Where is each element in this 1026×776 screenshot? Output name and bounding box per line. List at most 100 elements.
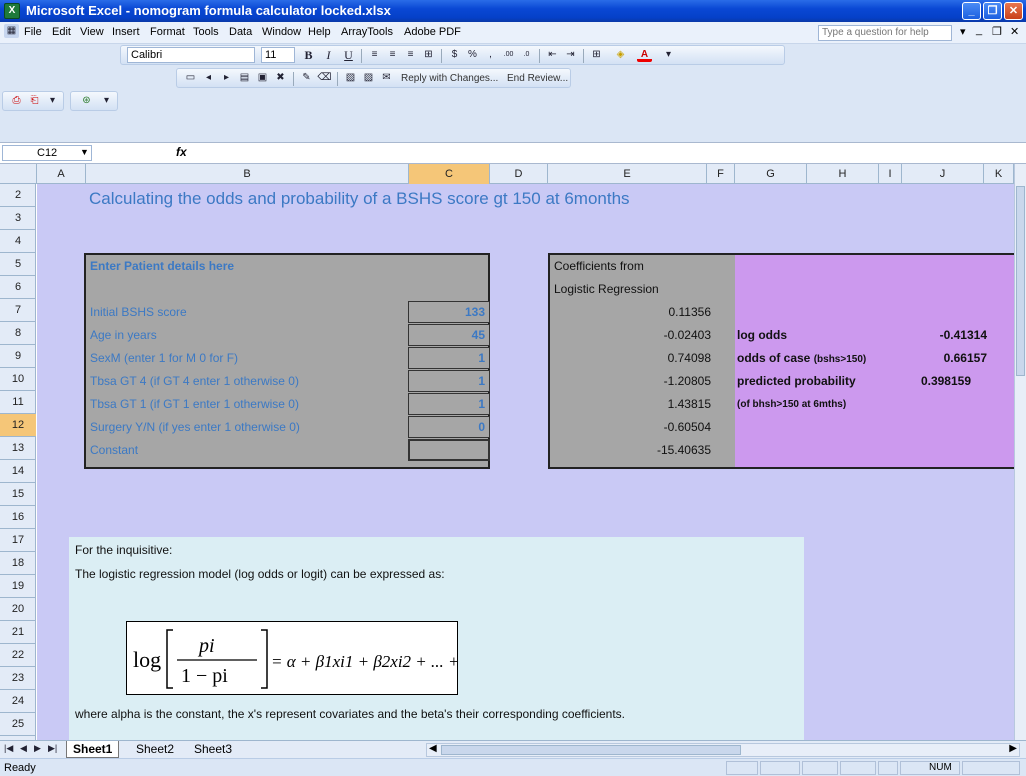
help-dropdown-icon[interactable]: ▾	[960, 25, 966, 38]
row-header[interactable]: 15	[0, 483, 36, 506]
vertical-scrollbar[interactable]	[1014, 164, 1026, 740]
sheet-tab-sheet2[interactable]: Sheet2	[130, 741, 180, 758]
decrease-decimal-icon[interactable]: .0	[519, 48, 534, 62]
menu-window[interactable]: Window	[262, 26, 301, 38]
menu-file[interactable]: File	[24, 26, 42, 38]
column-header-g[interactable]: G	[735, 164, 807, 184]
toolbar-options-icon[interactable]: ▾	[661, 48, 676, 62]
row-header[interactable]: 10	[0, 368, 36, 391]
input-tbsa-gt-1[interactable]: 1	[408, 393, 490, 415]
sheet-tab-sheet3[interactable]: Sheet3	[188, 741, 238, 758]
horizontal-scroll-thumb[interactable]	[441, 745, 741, 755]
menu-help[interactable]: Help	[308, 26, 331, 38]
comma-button[interactable]: ,	[483, 48, 498, 62]
row-header[interactable]: 6	[0, 276, 36, 299]
addin-icon[interactable]: ⊛	[79, 94, 94, 108]
menu-edit[interactable]: Edit	[52, 26, 71, 38]
menu-tools[interactable]: Tools	[193, 26, 219, 38]
column-header-e[interactable]: E	[548, 164, 707, 184]
previous-comment-icon[interactable]: ◂	[201, 71, 216, 85]
show-all-comments-icon[interactable]: ▣	[255, 71, 270, 85]
menu-data[interactable]: Data	[229, 26, 252, 38]
convert-to-pdf-icon[interactable]: ⎙	[9, 94, 24, 108]
row-header[interactable]: 24	[0, 690, 36, 713]
insert-function-icon[interactable]: fx	[176, 145, 187, 159]
scroll-left-icon[interactable]: ◀	[429, 743, 437, 754]
track-changes-icon[interactable]: ▧	[343, 71, 358, 85]
borders-icon[interactable]: ⊞	[589, 48, 604, 62]
decrease-indent-icon[interactable]: ⇤	[545, 48, 560, 62]
row-header[interactable]: 22	[0, 644, 36, 667]
restore-button[interactable]: ❐	[983, 2, 1002, 20]
menu-arraytools[interactable]: ArrayTools	[341, 26, 393, 38]
next-comment-icon[interactable]: ▸	[219, 71, 234, 85]
close-button[interactable]: ✕	[1004, 2, 1023, 20]
end-review-button[interactable]: End Review...	[507, 73, 568, 84]
align-center-icon[interactable]: ≡	[385, 48, 400, 62]
column-header-i[interactable]: I	[879, 164, 902, 184]
column-header-c[interactable]: C	[409, 164, 490, 184]
percent-button[interactable]: %	[465, 48, 480, 62]
currency-button[interactable]: $	[447, 48, 462, 62]
input-sex[interactable]: 1	[408, 347, 490, 369]
row-header[interactable]: 23	[0, 667, 36, 690]
row-header[interactable]: 20	[0, 598, 36, 621]
row-header[interactable]: 11	[0, 391, 36, 414]
row-header[interactable]: 19	[0, 575, 36, 598]
input-age[interactable]: 45	[408, 324, 490, 346]
excel-icon[interactable]: X	[4, 3, 20, 19]
doc-minimize-icon[interactable]: _	[976, 24, 982, 36]
new-comment-icon[interactable]: ▭	[183, 71, 198, 85]
underline-button[interactable]: U	[341, 48, 356, 62]
row-header[interactable]: 14	[0, 460, 36, 483]
column-header-k[interactable]: K	[984, 164, 1014, 184]
ink-annotations-icon[interactable]: ✎	[299, 71, 314, 85]
input-initial-bshs[interactable]: 133	[408, 301, 490, 323]
last-sheet-icon[interactable]: ▶|	[48, 743, 57, 754]
fill-color-icon[interactable]: ◈	[613, 48, 628, 62]
column-header-a[interactable]: A	[37, 164, 86, 184]
bold-button[interactable]: B	[301, 48, 316, 62]
column-header-j[interactable]: J	[902, 164, 984, 184]
horizontal-scrollbar[interactable]: ◀ ▶	[426, 743, 1020, 757]
row-header[interactable]: 5	[0, 253, 36, 276]
help-search-input[interactable]: Type a question for help	[818, 25, 952, 41]
row-header[interactable]: 2	[0, 184, 36, 207]
column-header-b[interactable]: B	[86, 164, 409, 184]
font-name-select[interactable]: Calibri	[127, 47, 255, 63]
input-surgery[interactable]: 0	[408, 416, 490, 438]
pdf-options-icon[interactable]: ▾	[45, 94, 60, 108]
row-header[interactable]: 3	[0, 207, 36, 230]
align-left-icon[interactable]: ≡	[367, 48, 382, 62]
update-file-icon[interactable]: ▨	[361, 71, 376, 85]
row-header[interactable]: 7	[0, 299, 36, 322]
column-header-h[interactable]: H	[807, 164, 879, 184]
show-comment-icon[interactable]: ▤	[237, 71, 252, 85]
increase-indent-icon[interactable]: ⇥	[563, 48, 578, 62]
pdf-email-icon[interactable]: ⎗	[27, 94, 42, 108]
merge-center-icon[interactable]: ⊞	[421, 48, 436, 62]
input-tbsa-gt-4[interactable]: 1	[408, 370, 490, 392]
column-header-f[interactable]: F	[707, 164, 735, 184]
doc-restore-icon[interactable]: ❐	[992, 25, 1002, 38]
title-bar[interactable]: X Microsoft Excel - nomogram formula cal…	[0, 0, 1026, 22]
row-header[interactable]: 9	[0, 345, 36, 368]
reply-with-changes-button[interactable]: Reply with Changes...	[401, 73, 498, 84]
selected-cell-c12[interactable]	[408, 439, 490, 461]
workbook-icon[interactable]: ▦	[4, 24, 19, 38]
name-box[interactable]: C12	[2, 145, 92, 161]
delete-ink-icon[interactable]: ⌫	[317, 71, 332, 85]
menu-insert[interactable]: Insert	[112, 26, 140, 38]
first-sheet-icon[interactable]: |◀	[4, 743, 13, 754]
column-header-d[interactable]: D	[490, 164, 548, 184]
menu-view[interactable]: View	[80, 26, 104, 38]
row-header[interactable]: 8	[0, 322, 36, 345]
addin-options-icon[interactable]: ▾	[99, 94, 114, 108]
doc-close-icon[interactable]: ✕	[1010, 25, 1019, 38]
row-header[interactable]: 25	[0, 713, 36, 736]
next-sheet-icon[interactable]: ▶	[34, 743, 41, 754]
select-all-corner[interactable]	[0, 164, 37, 184]
increase-decimal-icon[interactable]: .00	[501, 48, 516, 62]
menu-format[interactable]: Format	[150, 26, 185, 38]
scroll-right-icon[interactable]: ▶	[1009, 743, 1017, 754]
